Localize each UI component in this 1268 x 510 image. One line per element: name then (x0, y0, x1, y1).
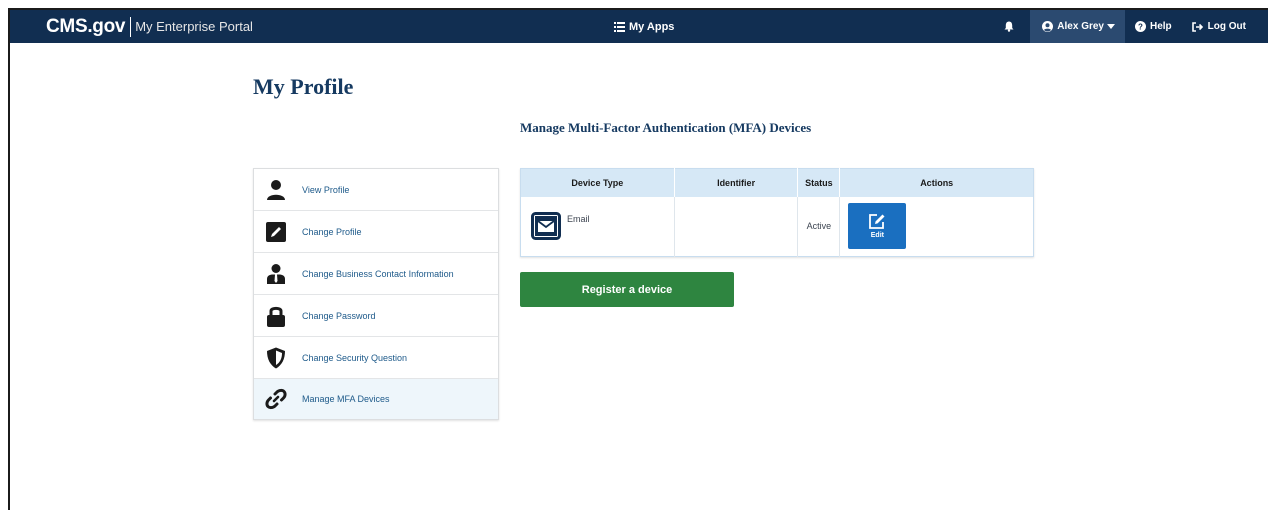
sidebar-item-label: Change Profile (302, 226, 362, 237)
actions-cell: Edit (840, 197, 1034, 257)
column-header-device-type: Device Type (520, 168, 675, 197)
sidebar-item-change-password[interactable]: Change Password (254, 295, 498, 337)
help-link[interactable]: ? Help (1125, 10, 1182, 43)
question-circle-icon: ? (1135, 21, 1146, 32)
table-row: Email Active Edit (520, 196, 1034, 257)
svg-text:?: ? (1138, 23, 1143, 32)
column-header-identifier: Identifier (674, 168, 799, 197)
brand-divider (130, 16, 132, 37)
logout-link[interactable]: Log Out (1182, 10, 1268, 43)
brand-logo: CMS.gov (46, 15, 126, 37)
sidebar-item-label: View Profile (302, 184, 350, 195)
status-cell: Active (797, 196, 841, 257)
edit-icon (869, 214, 885, 230)
sidebar-item-label: Change Business Contact Information (302, 268, 454, 279)
page-title: My Profile (253, 74, 354, 99)
logout-label: Log Out (1207, 21, 1246, 32)
sidebar-item-manage-mfa[interactable]: Manage MFA Devices (254, 379, 498, 419)
help-label: Help (1150, 21, 1172, 32)
page-frame: CMS.gov My Enterprise Portal My Apps Ale… (8, 8, 1268, 510)
lock-icon (264, 304, 288, 328)
edit-label: Edit (870, 232, 884, 240)
profile-sidebar: View Profile Change Profile Change Busin… (253, 168, 499, 420)
table-header-row: Device Type Identifier Status Actions (520, 168, 1034, 197)
device-type-cell: Email (520, 196, 675, 257)
status-value: Active (806, 221, 832, 232)
sidebar-item-business-contact[interactable]: Change Business Contact Information (254, 253, 498, 295)
column-header-status: Status (797, 168, 841, 197)
notifications-button[interactable] (992, 10, 1030, 43)
sidebar-item-security-question[interactable]: Change Security Question (254, 337, 498, 379)
sidebar-item-label: Change Password (302, 310, 376, 321)
user-name: Alex Grey (1057, 21, 1104, 32)
envelope-icon (531, 212, 561, 241)
business-user-icon (264, 262, 288, 286)
portal-name: My Enterprise Portal (135, 19, 253, 34)
my-apps-label: My Apps (629, 20, 675, 33)
sidebar-item-label: Change Security Question (302, 352, 408, 363)
top-navbar: CMS.gov My Enterprise Portal My Apps Ale… (10, 10, 1268, 43)
user-menu-button[interactable]: Alex Grey (1030, 10, 1125, 43)
identifier-cell (674, 196, 799, 257)
user-nav: Alex Grey ? Help Log Out (992, 10, 1268, 43)
register-device-button[interactable]: Register a device (520, 272, 734, 307)
user-circle-icon (1042, 21, 1054, 32)
section-title: Manage Multi-Factor Authentication (MFA)… (520, 120, 812, 135)
sidebar-item-change-profile[interactable]: Change Profile (254, 211, 498, 253)
brand[interactable]: CMS.gov My Enterprise Portal (46, 10, 253, 43)
sidebar-item-view-profile[interactable]: View Profile (254, 169, 498, 211)
mfa-devices-table: Device Type Identifier Status Actions Em… (520, 168, 1034, 257)
column-header-actions: Actions (839, 168, 1034, 197)
logout-icon (1191, 21, 1203, 32)
list-icon (614, 21, 625, 32)
user-icon (264, 178, 288, 202)
pencil-icon (264, 220, 288, 244)
device-type-value: Email (567, 214, 590, 225)
link-icon (264, 387, 288, 411)
shield-icon (264, 346, 288, 370)
chevron-down-icon (1107, 24, 1115, 29)
sidebar-item-label: Manage MFA Devices (302, 394, 390, 404)
edit-device-button[interactable]: Edit (848, 203, 907, 250)
bell-icon (1004, 21, 1014, 32)
my-apps-link[interactable]: My Apps (614, 10, 674, 43)
